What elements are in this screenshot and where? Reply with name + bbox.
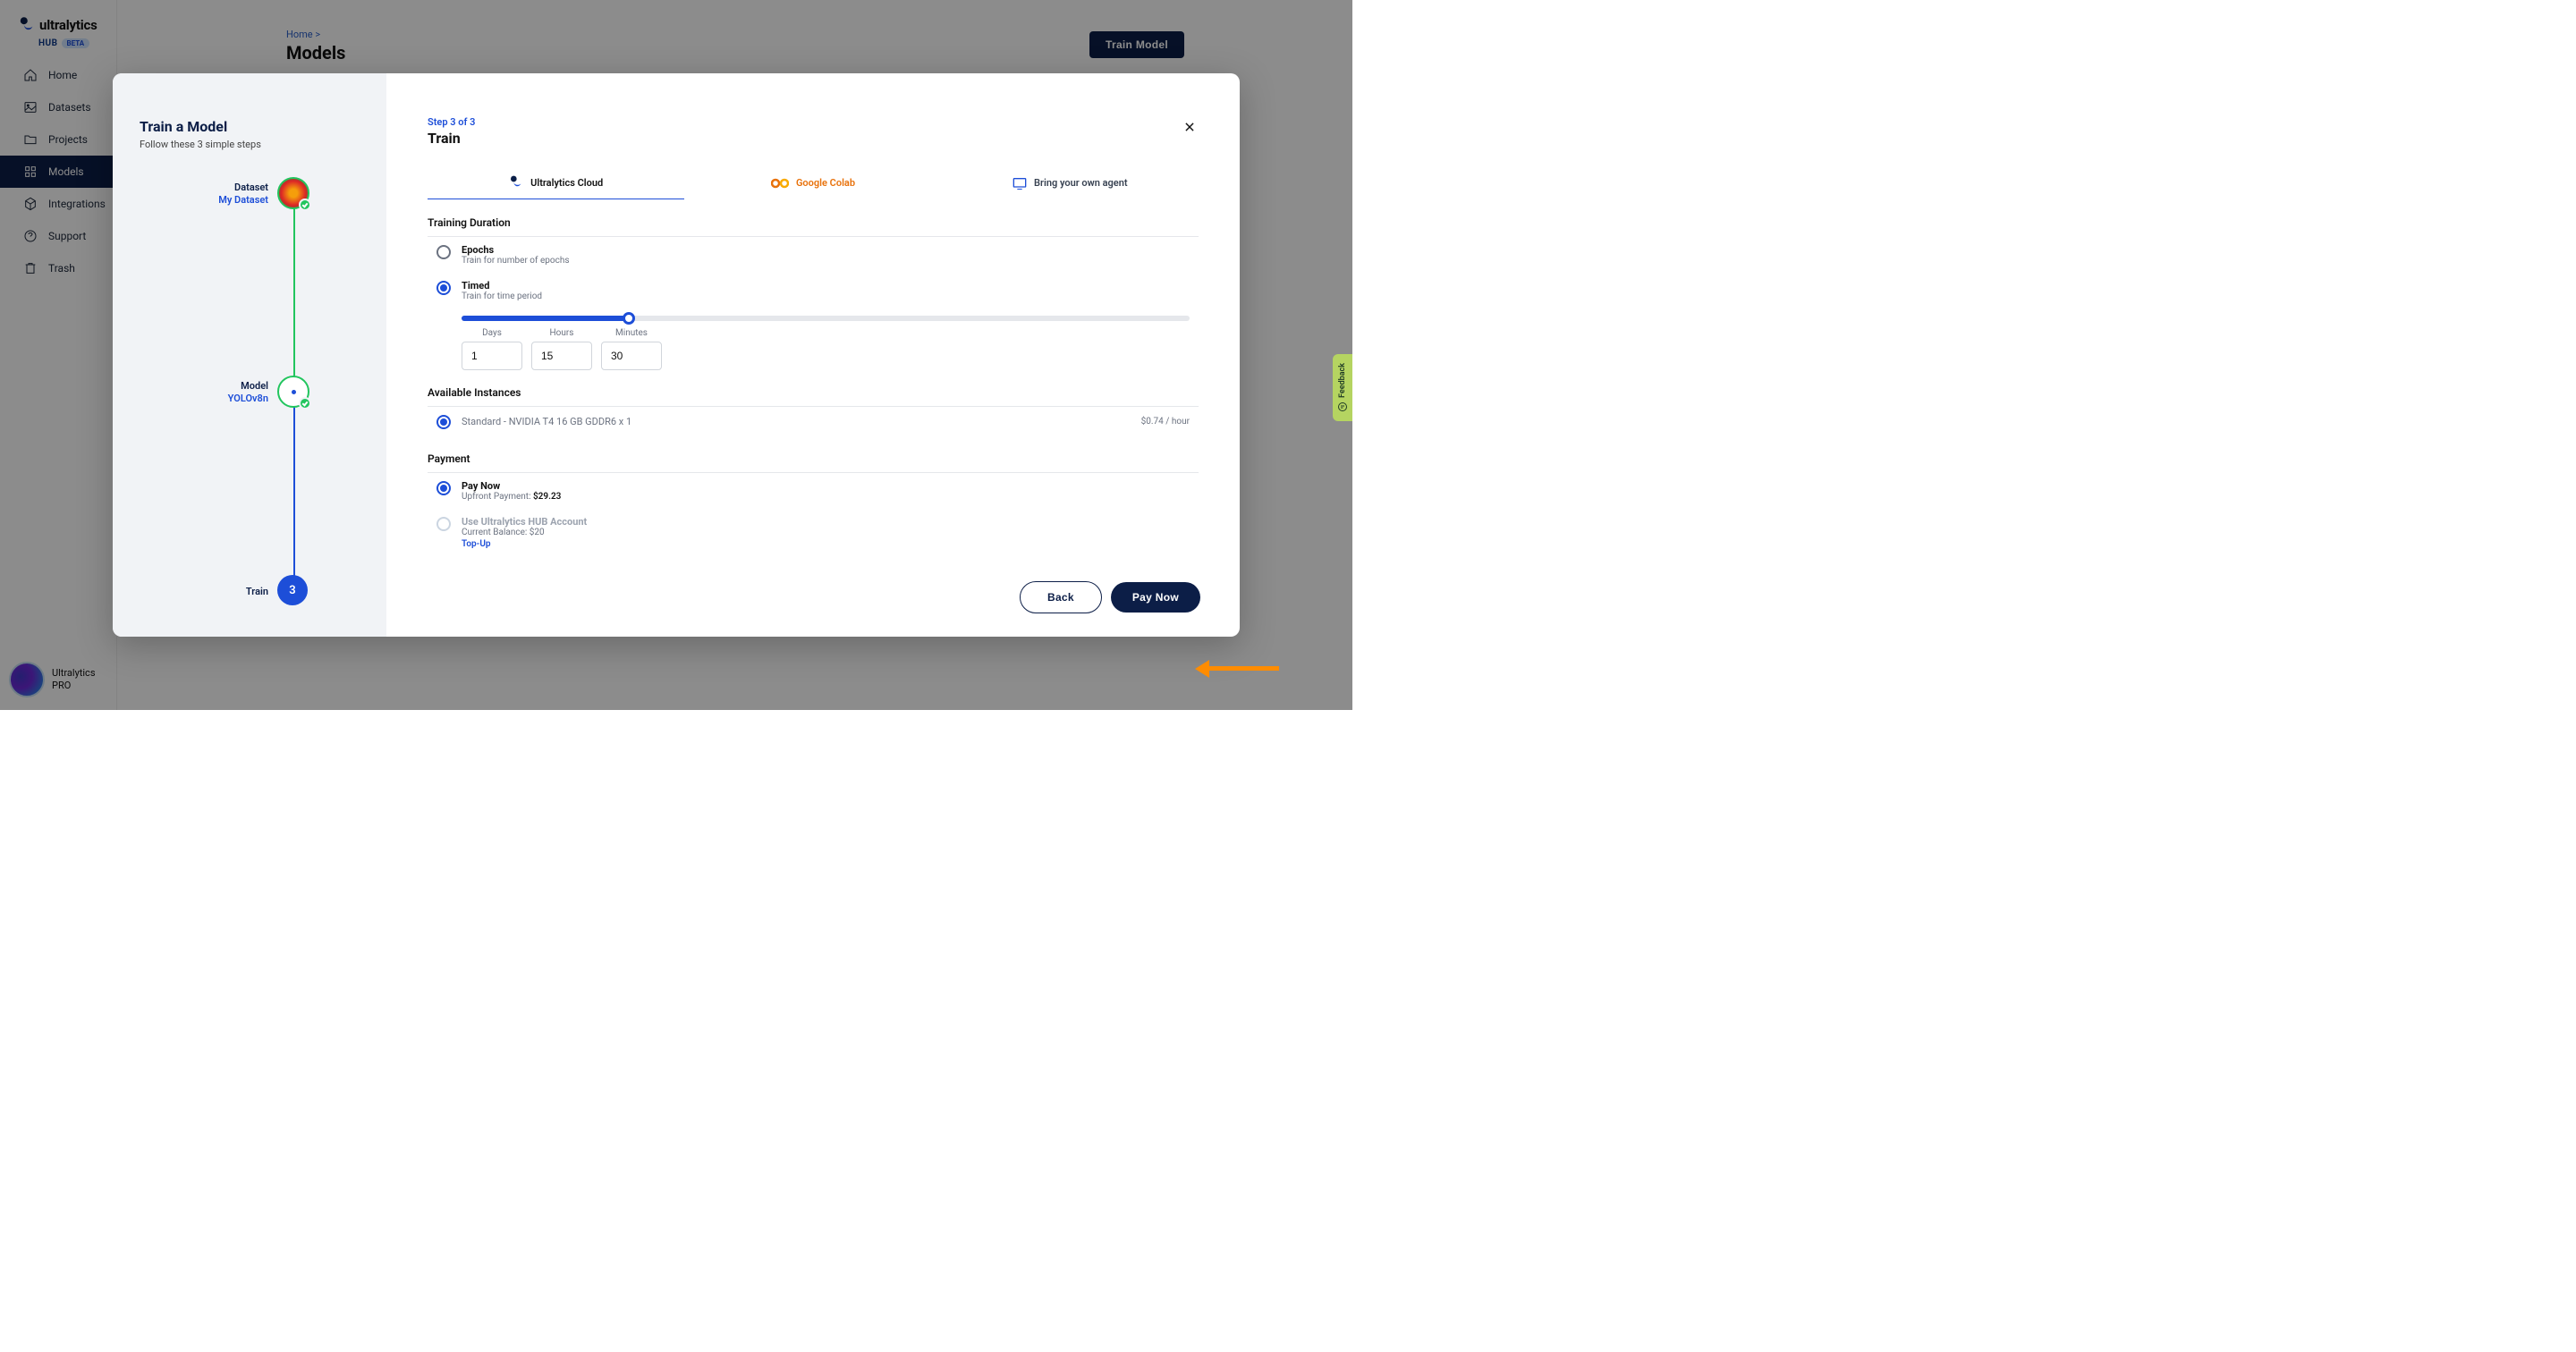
annotation-arrow [1208,666,1279,671]
check-icon [299,397,311,410]
close-icon [1183,121,1196,133]
step-dataset: DatasetMy Dataset [180,177,309,209]
topup-link[interactable]: Top-Up [462,539,491,549]
payment-balance-option[interactable]: Use Ultralytics HUB AccountCurrent Balan… [428,509,1199,556]
duration-timed-option[interactable]: TimedTrain for time period [428,273,1199,308]
close-button[interactable] [1179,116,1200,138]
feedback-tab[interactable]: Feedback [1333,354,1352,421]
duration-epochs-option[interactable]: EpochsTrain for number of epochs [428,237,1199,273]
radio-disabled-icon [436,517,451,531]
step-model: ModelYOLOv8n [180,376,309,408]
modal-footer: Back Pay Now [1020,581,1200,613]
time-inputs: Days Hours Minutes [462,328,1199,370]
train-tabs: Ultralytics Cloud Google Colab Bring you… [428,166,1199,200]
train-modal: Train a Model Follow these 3 simple step… [113,73,1240,637]
step-train: Train 3 [180,575,309,607]
tab-ultralytics-cloud[interactable]: Ultralytics Cloud [428,166,684,199]
chat-icon [1337,401,1348,412]
section-training-duration: Training Duration [428,216,1199,237]
tab-own-agent[interactable]: Bring your own agent [942,166,1199,199]
radio-selected-icon [436,281,451,295]
days-input[interactable] [462,342,522,370]
agent-icon [1013,177,1027,190]
pay-now-button[interactable]: Pay Now [1111,582,1200,613]
slider-thumb[interactable] [623,312,635,325]
step-indicator: Step 3 of 3 [428,116,1199,128]
radio-icon [436,245,451,259]
modal-left-title: Train a Model [140,118,360,135]
cloud-icon [509,175,523,190]
minutes-input[interactable] [601,342,662,370]
instance-standard-t4[interactable]: Standard - NVIDIA T4 16 GB GDDR6 x 1 $0.… [428,407,1199,436]
modal-stepper-panel: Train a Model Follow these 3 simple step… [113,73,386,637]
duration-slider[interactable] [462,316,1190,321]
hours-input[interactable] [531,342,592,370]
payment-paynow-option[interactable]: Pay NowUpfront Payment: $29.23 [428,473,1199,509]
back-button[interactable]: Back [1020,581,1102,613]
tab-google-colab[interactable]: Google Colab [684,166,941,199]
section-instances: Available Instances [428,386,1199,407]
modal-left-subtitle: Follow these 3 simple steps [140,139,360,150]
modal-content: Step 3 of 3 Train Ultralytics Cloud Goog… [386,73,1240,637]
radio-selected-icon [436,415,451,429]
radio-selected-icon [436,481,451,495]
colab-icon [771,178,789,189]
section-payment: Payment [428,452,1199,473]
modal-title: Train [428,130,1199,147]
check-icon [299,199,311,211]
